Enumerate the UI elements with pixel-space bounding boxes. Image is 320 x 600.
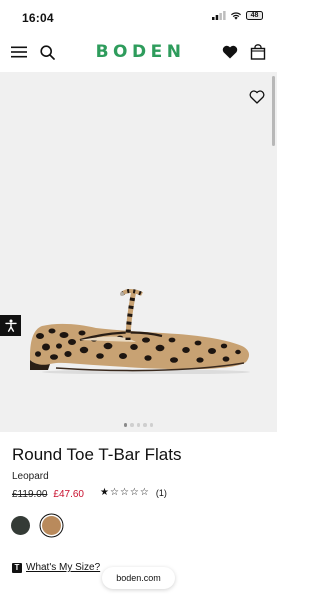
scrollbar[interactable]	[272, 76, 275, 146]
gallery-dot[interactable]	[130, 423, 134, 427]
product-image	[30, 289, 250, 374]
product-image-gallery[interactable]	[0, 72, 277, 432]
rating[interactable]: ★ ☆ ☆ ☆ ☆ (1)	[100, 487, 167, 499]
size-guide-icon: T	[12, 562, 22, 573]
heart-outline-icon	[249, 90, 265, 104]
price: £119.00 £47.60	[12, 489, 84, 500]
basket-button[interactable]	[248, 42, 268, 62]
wishlist-header-button[interactable]	[220, 42, 240, 62]
wifi-icon	[231, 12, 241, 20]
sale-price: £47.60	[53, 489, 84, 500]
heart-filled-icon	[222, 45, 238, 59]
star-empty-icon: ☆	[129, 487, 139, 498]
product-title: Round Toe T-Bar Flats	[12, 445, 182, 464]
star-empty-icon: ☆	[109, 487, 119, 498]
gallery-dot[interactable]	[149, 423, 154, 427]
swatch-leopard[interactable]	[42, 516, 61, 535]
gallery-dot[interactable]	[136, 423, 141, 427]
battery-icon: 48	[246, 11, 263, 20]
product-color-name: Leopard	[12, 471, 49, 482]
color-swatches	[11, 516, 61, 535]
accessibility-icon	[4, 319, 17, 332]
status-bar: 16:04 48	[0, 0, 277, 34]
signal-icon	[212, 11, 226, 20]
star-filled-icon: ★	[100, 487, 109, 498]
gallery-pagination[interactable]	[0, 423, 277, 427]
status-time: 16:04	[22, 11, 54, 25]
size-guide-label: What's My Size?	[26, 562, 101, 573]
accessibility-button[interactable]	[0, 315, 21, 336]
review-count[interactable]: (1)	[156, 488, 167, 498]
status-icons: 48	[212, 11, 263, 20]
original-price: £119.00	[12, 489, 48, 500]
swatch-dark-green[interactable]	[11, 516, 30, 535]
browser-url-bar[interactable]: boden.com	[102, 567, 175, 589]
gallery-dot[interactable]	[123, 423, 128, 427]
bag-icon	[250, 44, 266, 60]
add-to-wishlist-button[interactable]	[249, 90, 265, 105]
star-empty-icon: ☆	[119, 487, 129, 498]
size-guide-link[interactable]: T What's My Size?	[12, 562, 100, 573]
gallery-dot[interactable]	[143, 423, 147, 427]
site-header: BODEN	[0, 34, 277, 72]
star-empty-icon: ☆	[139, 487, 149, 498]
